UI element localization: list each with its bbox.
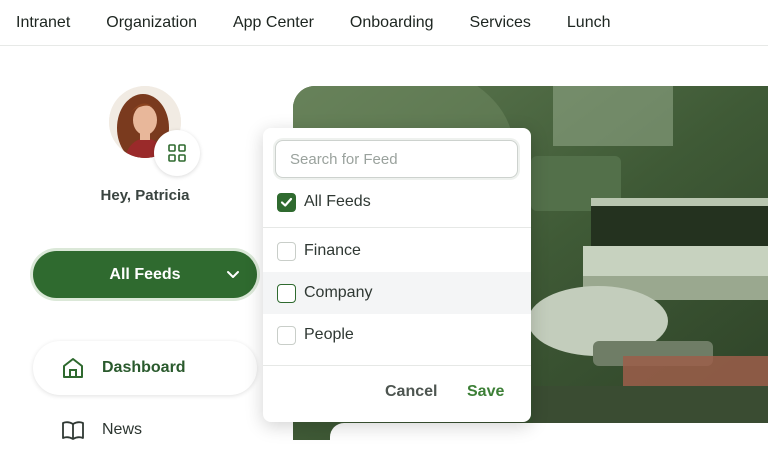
top-navigation: Intranet Organization App Center Onboard…	[0, 0, 768, 46]
home-icon	[60, 355, 86, 381]
apps-grid-button[interactable]	[154, 130, 200, 176]
feed-option-finance[interactable]: Finance	[263, 230, 531, 272]
checkbox[interactable]	[277, 241, 296, 261]
sidebar-item-label: Dashboard	[102, 359, 186, 376]
divider	[263, 365, 531, 366]
feed-selector-button[interactable]: All Feeds	[33, 251, 257, 298]
checkbox-checked[interactable]	[277, 192, 296, 212]
chevron-down-icon	[227, 271, 239, 278]
checkbox[interactable]	[277, 325, 296, 345]
checkmark-icon	[280, 197, 293, 207]
nav-item-services[interactable]: Services	[470, 14, 531, 32]
sidebar-item-dashboard[interactable]: Dashboard	[33, 341, 257, 395]
greeting: Hey, Patricia	[100, 187, 190, 204]
sidebar-item-news[interactable]: News	[33, 403, 257, 457]
feed-search-input[interactable]	[275, 140, 518, 178]
feed-option-all[interactable]: All Feeds	[263, 181, 531, 223]
sidebar-item-label: News	[102, 421, 143, 438]
book-icon	[60, 417, 86, 443]
nav-item-intranet[interactable]: Intranet	[16, 14, 70, 32]
feed-dropdown: All Feeds Finance Company People Cancel …	[263, 128, 531, 422]
nav-item-app-center[interactable]: App Center	[233, 14, 314, 32]
feed-option-label: People	[304, 326, 354, 343]
feed-option-label: Finance	[304, 242, 361, 259]
divider	[263, 227, 531, 228]
nav-item-organization[interactable]: Organization	[106, 14, 197, 32]
content-card	[330, 423, 768, 453]
nav-item-lunch[interactable]: Lunch	[567, 14, 611, 32]
cancel-button[interactable]: Cancel	[385, 383, 437, 401]
feed-option-company[interactable]: Company	[263, 272, 531, 314]
checkbox[interactable]	[277, 283, 296, 303]
feed-option-people[interactable]: People	[263, 314, 531, 356]
save-button[interactable]: Save	[467, 383, 504, 401]
nav-item-onboarding[interactable]: Onboarding	[350, 14, 434, 32]
apps-grid-icon	[168, 144, 186, 162]
feed-selector-label: All Feeds	[109, 265, 181, 283]
feed-option-label: Company	[304, 284, 373, 301]
feed-option-label: All Feeds	[304, 193, 371, 210]
